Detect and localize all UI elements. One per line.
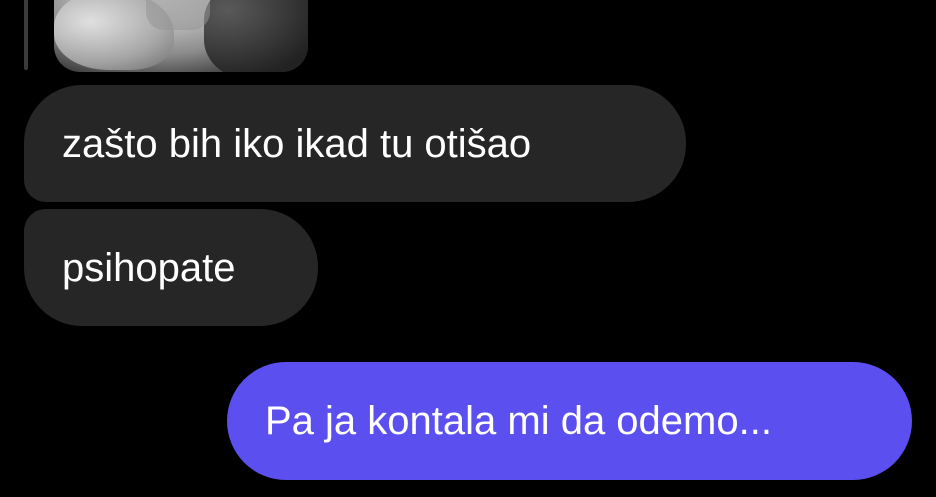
reply-indicator-bar [24,0,28,70]
incoming-message-bubble[interactable]: zašto bih iko ikad tu otišao [24,85,686,202]
video-thumbnail-icon [146,0,210,30]
message-text: zašto bih iko ikad tu otišao [62,121,532,166]
incoming-message-bubble[interactable]: psihopate [24,209,318,326]
outgoing-message-bubble[interactable]: Pa ja kontala mi da odemo... [227,362,912,480]
shared-media-thumbnail[interactable] [54,0,308,72]
message-text: psihopate [62,245,236,290]
thumbnail-fabric-shadow [204,0,308,72]
message-text: Pa ja kontala mi da odemo... [265,399,772,443]
